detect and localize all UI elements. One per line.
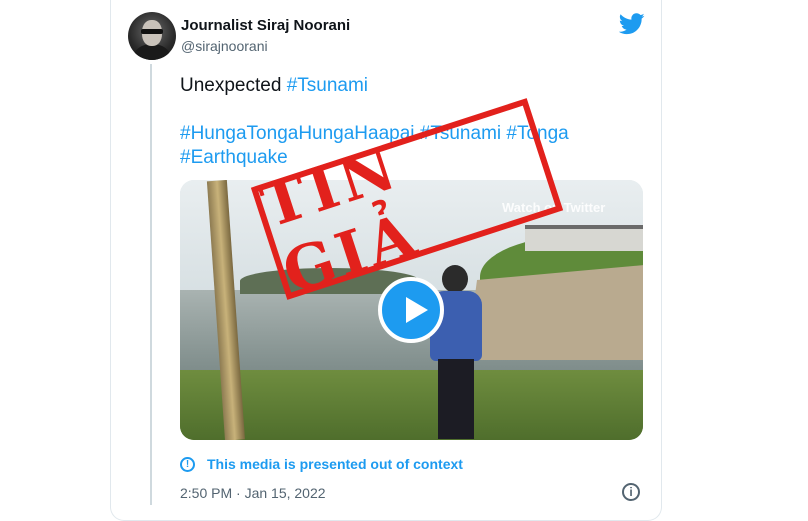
author-handle[interactable]: @sirajnoorani — [181, 38, 268, 54]
context-notice[interactable]: ! This media is presented out of context — [180, 456, 463, 472]
info-circle-icon: ! — [180, 456, 195, 472]
tweet-text-line1: Unexpected #Tsunami — [180, 74, 368, 98]
info-icon[interactable]: i — [622, 483, 640, 501]
play-icon[interactable] — [378, 277, 444, 343]
twitter-bird-icon[interactable] — [619, 13, 645, 35]
timestamp[interactable]: 2:50 PM · Jan 15, 2022 — [180, 485, 326, 501]
thread-line — [150, 64, 152, 505]
hashtag-link[interactable]: #Tsunami — [287, 75, 368, 96]
author-name[interactable]: Journalist Siraj Noorani — [181, 17, 350, 34]
tweet-text: Unexpected — [180, 75, 287, 96]
notice-text[interactable]: This media is presented out of context — [207, 456, 463, 472]
avatar[interactable] — [128, 12, 176, 60]
